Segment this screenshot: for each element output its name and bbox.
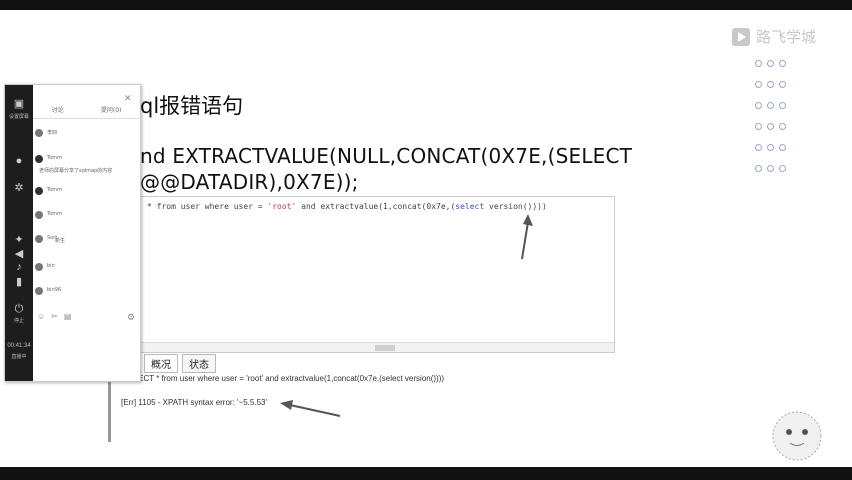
sidebar-toolbar: ▣ 设置屏幕 ● ✲ ✦ ◀ ♪ ▮ ⏻ 停止 00:41:34 直播中 — [5, 85, 33, 381]
brand-logo: 路飞学城 — [732, 26, 816, 47]
mascot-illustration — [772, 411, 822, 461]
emoji-icon[interactable]: ☺ — [37, 312, 45, 321]
stop-label: 停止 — [13, 318, 24, 324]
list-item: Sort — [35, 235, 57, 243]
bottom-letterbox — [0, 467, 852, 480]
screen-share-label: 设置屏幕 — [8, 114, 29, 120]
top-letterbox — [0, 0, 852, 10]
list-item: 李四 — [35, 129, 57, 137]
horizontal-scrollbar[interactable] — [139, 342, 614, 352]
list-item: 新生 — [55, 238, 66, 244]
close-icon[interactable]: ✕ — [124, 93, 132, 104]
arrow-left-icon — [280, 400, 341, 417]
speaker-icon[interactable]: ◀ — [12, 247, 26, 260]
scissors-icon[interactable]: ✂ — [51, 312, 58, 321]
gear-icon[interactable]: ⚙ — [127, 312, 135, 323]
arrow-up-icon — [521, 214, 533, 260]
screen-share-icon[interactable]: ▣ — [12, 97, 26, 110]
sidebar-tabs: 讨论 提问(0) — [33, 105, 140, 119]
live-time: 00:41:34 — [7, 343, 31, 349]
music-icon[interactable]: ♪ — [12, 261, 26, 273]
tab-questions[interactable]: 提问(0) — [101, 105, 122, 114]
list-item: bin — [35, 263, 55, 271]
power-icon[interactable]: ⏻ — [12, 303, 26, 315]
chat-tools: ☺ ✂ ▤ — [37, 312, 71, 321]
executed-query: SELECT * from user where user = 'root' a… — [123, 374, 445, 383]
list-item: bin96 — [35, 287, 61, 295]
slide-code-line-1: nd EXTRACTVALUE(NULL,CONCAT(0X7E,(SELECT — [140, 144, 633, 168]
live-status: 直播中 — [11, 354, 27, 360]
scrollbar-thumb[interactable] — [375, 345, 395, 351]
chart-icon[interactable]: ▮ — [12, 275, 26, 288]
settings-icon[interactable]: ✲ — [12, 181, 26, 194]
brand-name: 路飞学城 — [756, 28, 817, 46]
slide-title: ql报错语句 — [140, 94, 244, 118]
image-icon[interactable]: ▤ — [64, 312, 72, 321]
camera-icon[interactable]: ● — [12, 155, 26, 167]
sql-editor[interactable]: * from user where user = 'root' and extr… — [138, 196, 615, 353]
list-item: Tomm — [35, 155, 62, 163]
live-chat-sidebar: ▣ 设置屏幕 ● ✲ ✦ ◀ ♪ ▮ ⏻ 停止 00:41:34 直播中 ✕ 讨… — [4, 84, 141, 382]
slide-code-line-2: @@DATADIR),0X7E)); — [140, 170, 359, 194]
decorative-dots — [755, 60, 805, 186]
sql-text[interactable]: * from user where user = 'root' and extr… — [147, 202, 547, 211]
microphone-icon[interactable]: ✦ — [12, 233, 26, 246]
list-item: Tomm — [35, 211, 62, 219]
play-icon — [732, 27, 750, 46]
list-item: 老师的屏幕分享了sqlmap的内容 — [39, 168, 113, 174]
list-item: Tomm — [35, 187, 62, 195]
tab-discussion[interactable]: 讨论 — [52, 105, 64, 114]
error-message: [Err] 1105 - XPATH syntax error: '~5.5.5… — [121, 398, 267, 407]
result-panel: SELECT * from user where user = 'root' a… — [108, 370, 616, 442]
